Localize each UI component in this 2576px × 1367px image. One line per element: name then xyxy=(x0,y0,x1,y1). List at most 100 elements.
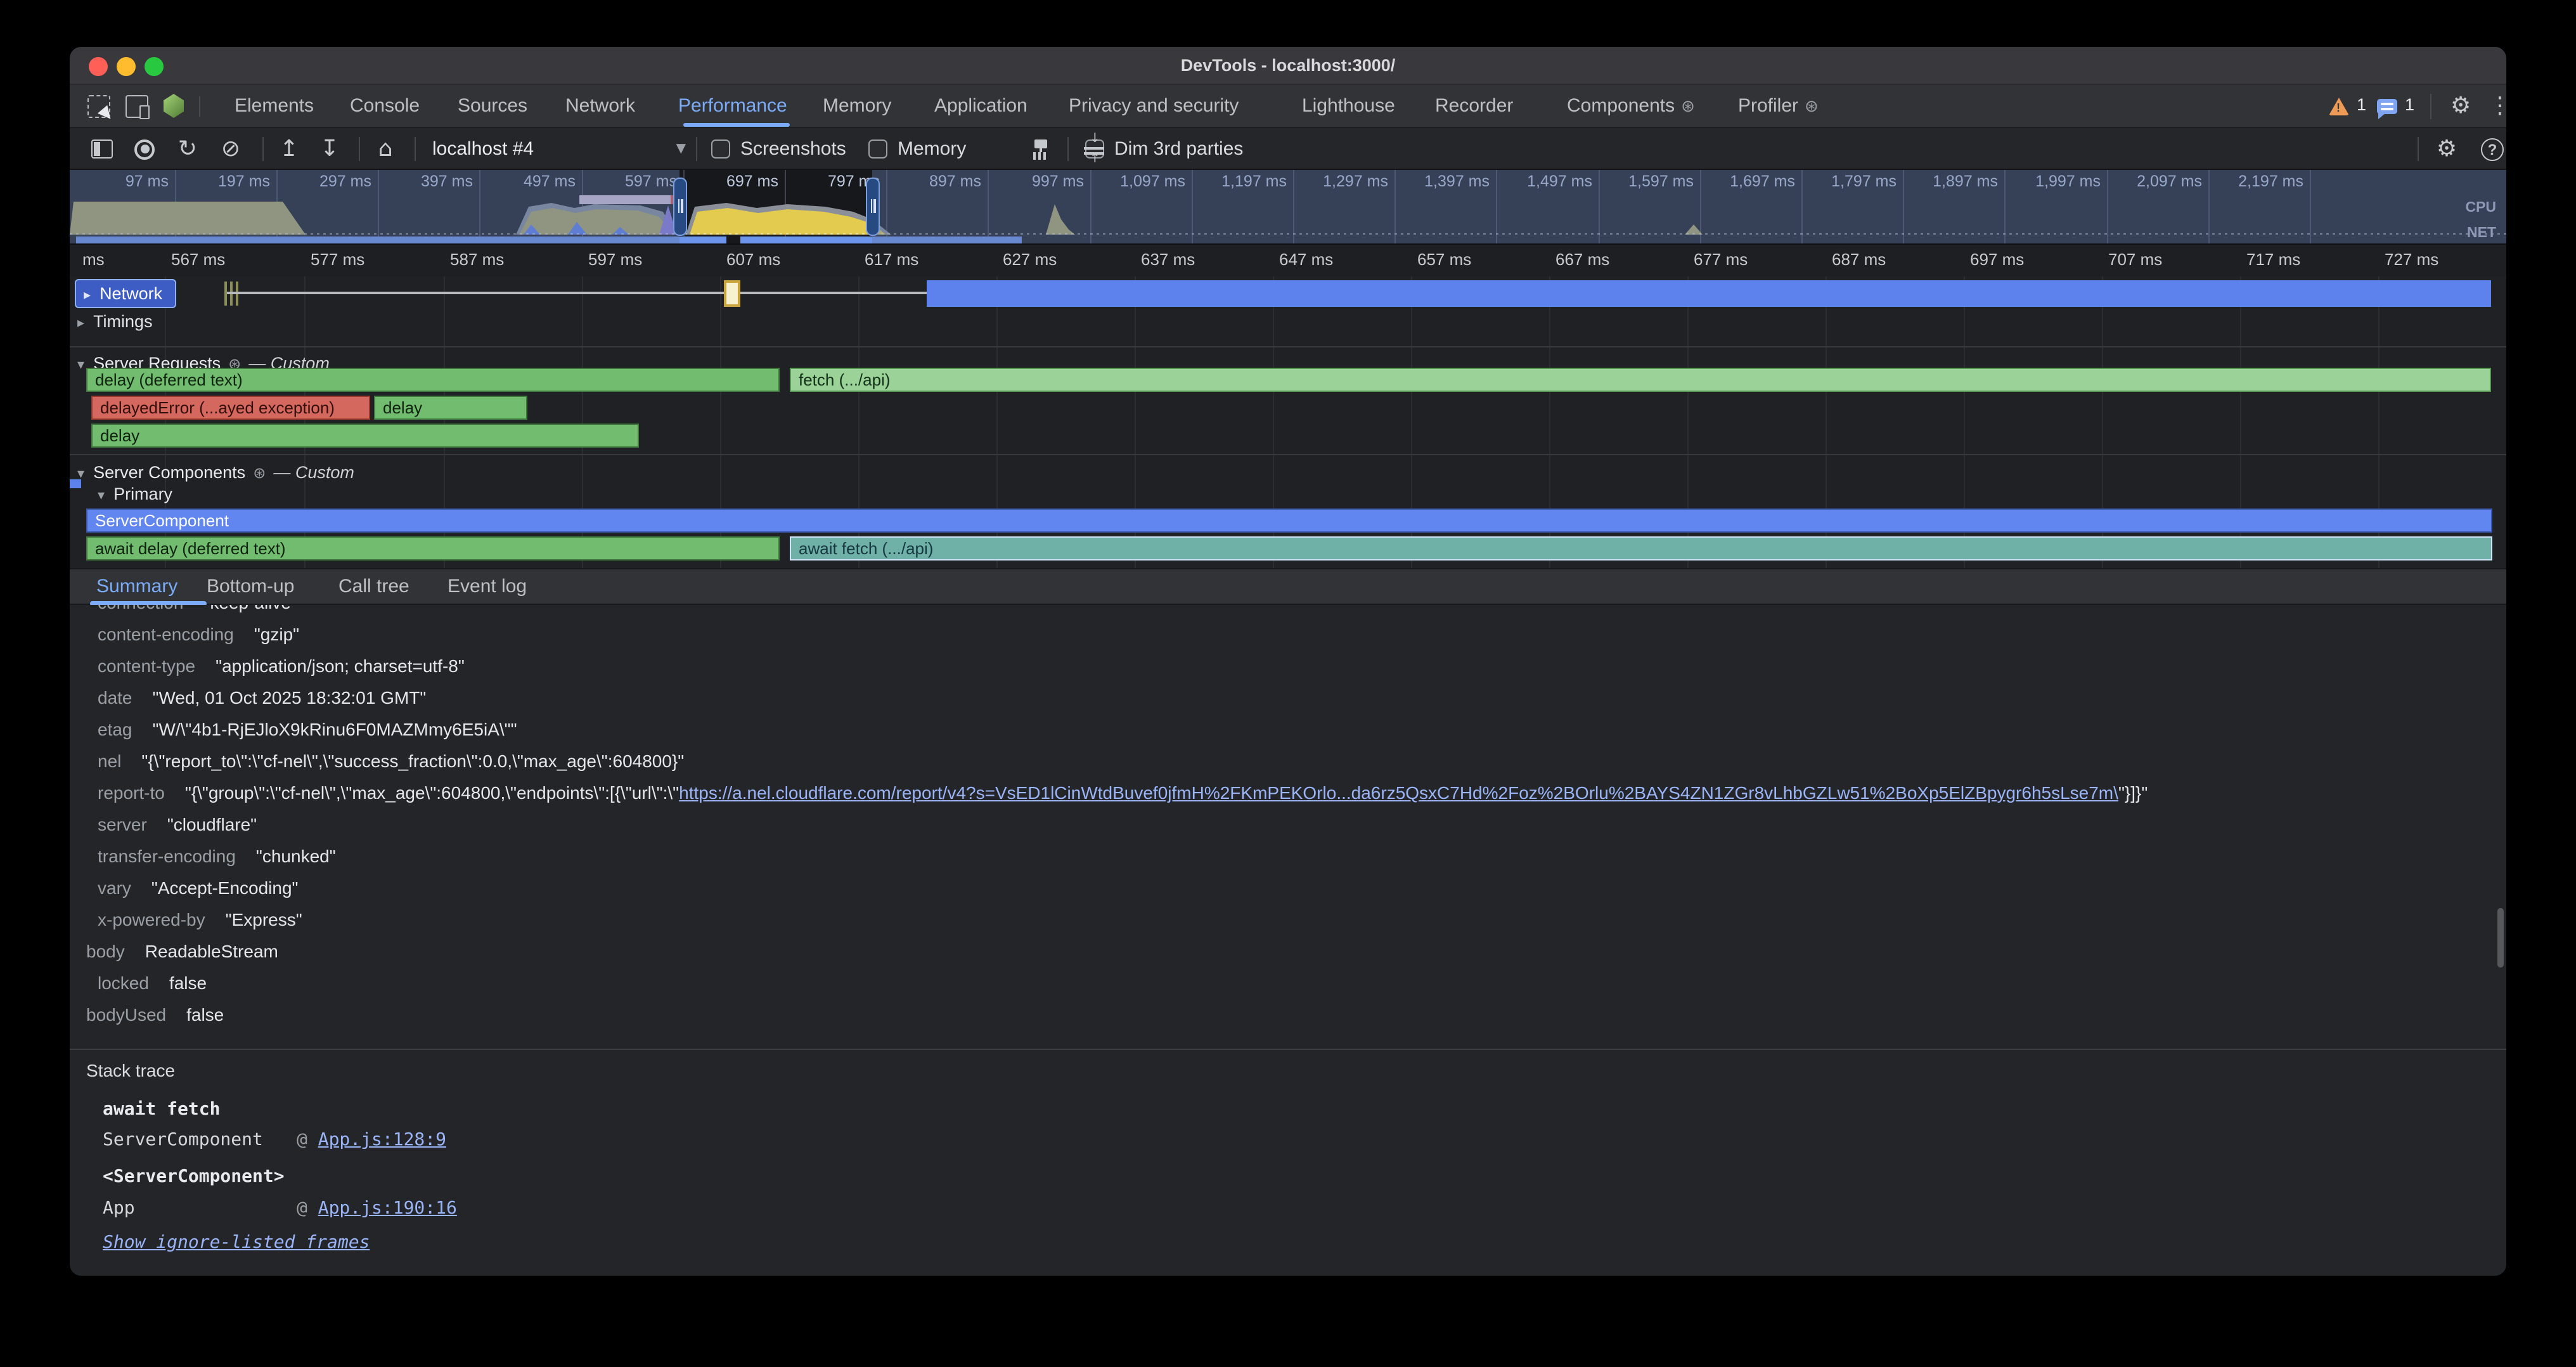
header-key: body xyxy=(86,941,125,961)
help-icon[interactable]: ? xyxy=(2476,128,2508,170)
summary-pane[interactable]: connection"keep-alive" content-encoding"… xyxy=(70,605,2506,1276)
toolbar-checkbox[interactable]: Memory xyxy=(868,128,966,170)
track-network[interactable]: ▸Network xyxy=(75,279,176,308)
checkbox[interactable] xyxy=(711,139,730,159)
settings-gear-icon[interactable]: ⚙ xyxy=(2450,85,2471,127)
checkbox[interactable] xyxy=(868,139,887,159)
show-ignore-listed-frames-link[interactable]: Show ignore-listed frames xyxy=(103,1233,370,1253)
record-button[interactable] xyxy=(128,128,161,170)
screen: DevTools - localhost:3000/ Elements⊛ Con… xyxy=(0,0,2576,1367)
reload-and-record-button[interactable]: ↻ xyxy=(171,128,204,170)
track-primary-group[interactable]: ▾Primary xyxy=(98,481,172,509)
stack-frame: await fetch xyxy=(103,1099,297,1120)
header-key: content-type xyxy=(98,656,195,676)
header-key: etag xyxy=(98,719,132,739)
header-key: date xyxy=(98,687,132,708)
panel-tab[interactable]: Elements⊛ xyxy=(235,85,314,127)
flame-bar[interactable]: await fetch (.../api) xyxy=(790,536,2492,560)
stack-frame: ServerComponent@ App.js:128:9 xyxy=(103,1130,446,1150)
clear-button[interactable]: ⊘ xyxy=(214,128,247,170)
flame-bar[interactable]: delay xyxy=(91,424,639,448)
panel-tab[interactable]: Lighthouse⊛ xyxy=(1302,85,1395,127)
toolbar-checkbox[interactable]: Screenshots xyxy=(711,128,846,170)
capture-settings-gear-icon[interactable]: ⚙ xyxy=(2430,128,2463,170)
load-profile-icon[interactable]: ↥ xyxy=(273,128,306,170)
details-tab[interactable]: Bottom-up xyxy=(207,569,294,605)
ruler-time-label: 627 ms xyxy=(1003,250,1057,269)
toolbar-separator xyxy=(415,137,416,161)
panel-tab[interactable]: Components⊛ xyxy=(1567,85,1695,127)
header-key: nel xyxy=(98,751,121,771)
frame-name: await fetch xyxy=(103,1099,297,1120)
issues-count[interactable]: 1 xyxy=(2405,95,2414,114)
extension-gem-icon[interactable] xyxy=(164,94,184,118)
details-tab[interactable]: Event log xyxy=(448,569,527,605)
save-profile-icon[interactable]: ↧ xyxy=(313,128,346,170)
flame-chart[interactable]: ▸Network ▸Timings ▾Server Requests⊛— Cus… xyxy=(70,276,2506,568)
panel-tab[interactable]: Recorder⊛ xyxy=(1435,85,1513,127)
toolbar-separator xyxy=(359,137,360,161)
header-key: server xyxy=(98,814,147,834)
issues-message-icon[interactable] xyxy=(2377,99,2397,114)
performance-toolbar: ↻ ⊘ ↥ ↧ ⌂ localhost #4 ▼ Screenshots xyxy=(70,128,2506,170)
panel-tab[interactable]: Profiler⊛ xyxy=(1738,85,1819,127)
selection-handle-left[interactable] xyxy=(673,178,687,236)
panel-tab[interactable]: Sources⊛ xyxy=(458,85,527,127)
gc-brush-icon[interactable] xyxy=(1024,128,1057,170)
device-toolbar-icon[interactable] xyxy=(126,95,148,118)
flame-bar[interactable]: await delay (deferred text) xyxy=(86,536,780,560)
expand-arrow-icon[interactable]: ▾ xyxy=(77,356,84,373)
header-key: vary xyxy=(98,878,131,898)
toggle-sidebar-button[interactable] xyxy=(85,128,118,170)
ruler-time-label: 647 ms xyxy=(1279,250,1333,269)
report-url-link[interactable]: https://a.nel.cloudflare.com/report/v4?s… xyxy=(679,782,2118,803)
header-row: bodyReadableStream xyxy=(70,936,2506,968)
selection-handle-right[interactable] xyxy=(866,178,880,236)
titlebar: DevTools - localhost:3000/ xyxy=(70,47,2506,85)
cpu-lane-label: CPU xyxy=(2465,200,2496,216)
header-key: connection xyxy=(98,605,183,612)
source-location-link[interactable]: App.js:190:16 xyxy=(318,1198,457,1219)
source-location-link[interactable]: App.js:128:9 xyxy=(318,1130,446,1150)
timeline-ruler[interactable]: ms 567 ms 577 ms 587 ms 597 ms 607 ms 61… xyxy=(70,245,2506,276)
flame-bar[interactable]: delayedError (...ayed exception) xyxy=(91,396,370,420)
flame-bar[interactable]: fetch (.../api) xyxy=(790,368,2491,392)
header-key: locked xyxy=(98,973,149,993)
details-tab[interactable]: Call tree xyxy=(338,569,409,605)
details-tab[interactable]: Summary xyxy=(96,569,177,605)
home-icon[interactable]: ⌂ xyxy=(369,128,402,170)
devtools-tabbar: Elements⊛ Console⊛ Sources⊛ Network⊛ xyxy=(70,85,2506,128)
header-row: transfer-encoding"chunked" xyxy=(70,841,2506,872)
more-options-kebab-icon[interactable]: ⋮ xyxy=(2489,85,2508,127)
panel-tab[interactable]: Memory⊛ xyxy=(823,85,891,127)
collapse-arrow-icon[interactable]: ▸ xyxy=(84,287,91,303)
ruler-time-label: 727 ms xyxy=(2385,250,2438,269)
timeline-overview[interactable]: 97 ms 197 ms 297 ms 397 ms xyxy=(70,170,2506,245)
ruler-time-label: 597 ms xyxy=(588,250,642,269)
network-request-bar[interactable] xyxy=(927,280,2491,307)
warning-icon[interactable]: ! xyxy=(2329,98,2349,115)
scrollbar-thumb[interactable] xyxy=(2497,908,2504,968)
ruler-time-label: 567 ms xyxy=(171,250,225,269)
flame-bar[interactable]: delay (deferred text) xyxy=(86,368,780,392)
header-row: date"Wed, 01 Oct 2025 18:32:01 GMT" xyxy=(70,682,2506,714)
flame-bar[interactable]: delay xyxy=(374,396,527,420)
frame-name: <ServerComponent> xyxy=(103,1167,297,1187)
flame-bar[interactable]: ServerComponent xyxy=(86,509,2492,533)
ruler-time-label: 707 ms xyxy=(2108,250,2162,269)
header-key: bodyUsed xyxy=(86,1004,166,1025)
network-request-selected[interactable] xyxy=(724,280,740,307)
throttle-icon[interactable]: ↓↑ xyxy=(1078,128,1111,170)
inspect-icon[interactable] xyxy=(87,95,110,118)
header-row: lockedfalse xyxy=(70,968,2506,999)
panel-tab[interactable]: Privacy and security⊛ xyxy=(1069,85,1239,127)
header-row: etag"W/\"4b1-RjEJloX9kRinu6F0MAZMmy6E5iA… xyxy=(70,714,2506,746)
panel-tab[interactable]: Application⊛ xyxy=(934,85,1027,127)
header-row: nel"{\"report_to\":\"cf-nel\",\"success_… xyxy=(70,746,2506,777)
panel-tab[interactable]: Performance⊛ xyxy=(678,85,787,127)
warning-count[interactable]: 1 xyxy=(2357,95,2366,114)
track-timings[interactable]: ▸Timings xyxy=(77,308,153,336)
panel-tab[interactable]: Console⊛ xyxy=(350,85,420,127)
profile-select[interactable]: localhost #4 ▼ xyxy=(432,134,686,164)
panel-tab[interactable]: Network⊛ xyxy=(565,85,635,127)
